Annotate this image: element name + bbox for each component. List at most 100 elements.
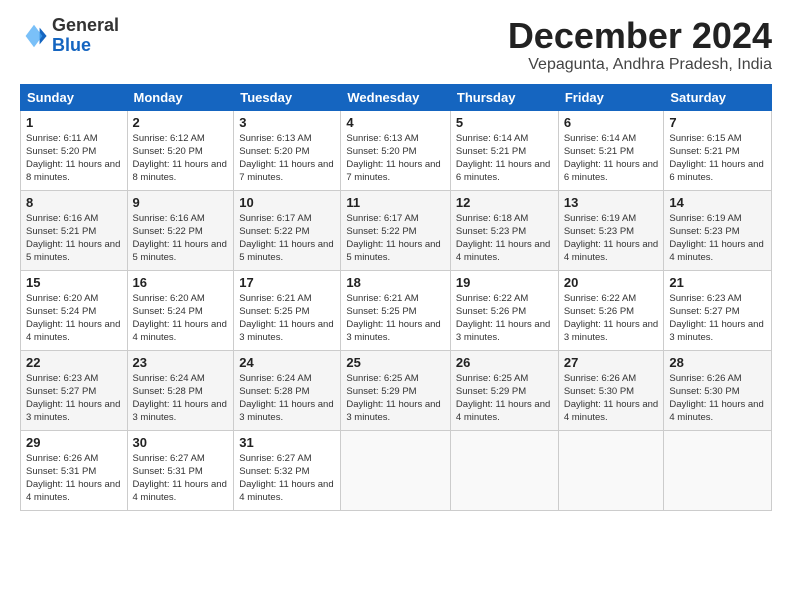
calendar-cell: 11 Sunrise: 6:17 AM Sunset: 5:22 PM Dayl… [341, 190, 451, 270]
header-friday: Friday [558, 84, 664, 110]
week-row-1: 1 Sunrise: 6:11 AM Sunset: 5:20 PM Dayli… [21, 110, 772, 190]
logo: General Blue [20, 16, 119, 56]
day-detail: Sunrise: 6:11 AM Sunset: 5:20 PM Dayligh… [26, 132, 122, 185]
calendar-cell: 23 Sunrise: 6:24 AM Sunset: 5:28 PM Dayl… [127, 350, 234, 430]
day-detail: Sunrise: 6:22 AM Sunset: 5:26 PM Dayligh… [564, 292, 659, 345]
day-number: 1 [26, 115, 122, 130]
calendar-cell: 6 Sunrise: 6:14 AM Sunset: 5:21 PM Dayli… [558, 110, 664, 190]
day-number: 25 [346, 355, 445, 370]
logo-general: General [52, 15, 119, 35]
calendar-cell: 2 Sunrise: 6:12 AM Sunset: 5:20 PM Dayli… [127, 110, 234, 190]
day-number: 22 [26, 355, 122, 370]
calendar-cell: 15 Sunrise: 6:20 AM Sunset: 5:24 PM Dayl… [21, 270, 128, 350]
calendar-cell: 8 Sunrise: 6:16 AM Sunset: 5:21 PM Dayli… [21, 190, 128, 270]
calendar-cell: 18 Sunrise: 6:21 AM Sunset: 5:25 PM Dayl… [341, 270, 451, 350]
month-title: December 2024 [508, 16, 772, 56]
day-detail: Sunrise: 6:25 AM Sunset: 5:29 PM Dayligh… [456, 372, 553, 425]
day-detail: Sunrise: 6:23 AM Sunset: 5:27 PM Dayligh… [26, 372, 122, 425]
day-detail: Sunrise: 6:19 AM Sunset: 5:23 PM Dayligh… [564, 212, 659, 265]
calendar-cell [558, 430, 664, 510]
calendar-cell: 9 Sunrise: 6:16 AM Sunset: 5:22 PM Dayli… [127, 190, 234, 270]
day-number: 17 [239, 275, 335, 290]
header-sunday: Sunday [21, 84, 128, 110]
calendar-cell: 12 Sunrise: 6:18 AM Sunset: 5:23 PM Dayl… [450, 190, 558, 270]
calendar-cell: 21 Sunrise: 6:23 AM Sunset: 5:27 PM Dayl… [664, 270, 772, 350]
week-row-4: 22 Sunrise: 6:23 AM Sunset: 5:27 PM Dayl… [21, 350, 772, 430]
day-number: 23 [133, 355, 229, 370]
day-number: 29 [26, 435, 122, 450]
day-detail: Sunrise: 6:16 AM Sunset: 5:22 PM Dayligh… [133, 212, 229, 265]
calendar-cell: 3 Sunrise: 6:13 AM Sunset: 5:20 PM Dayli… [234, 110, 341, 190]
logo-blue: Blue [52, 35, 91, 55]
calendar-cell: 19 Sunrise: 6:22 AM Sunset: 5:26 PM Dayl… [450, 270, 558, 350]
calendar-cell: 14 Sunrise: 6:19 AM Sunset: 5:23 PM Dayl… [664, 190, 772, 270]
day-detail: Sunrise: 6:21 AM Sunset: 5:25 PM Dayligh… [239, 292, 335, 345]
week-row-2: 8 Sunrise: 6:16 AM Sunset: 5:21 PM Dayli… [21, 190, 772, 270]
day-number: 19 [456, 275, 553, 290]
day-detail: Sunrise: 6:19 AM Sunset: 5:23 PM Dayligh… [669, 212, 766, 265]
day-number: 13 [564, 195, 659, 210]
calendar-cell: 7 Sunrise: 6:15 AM Sunset: 5:21 PM Dayli… [664, 110, 772, 190]
calendar-cell: 28 Sunrise: 6:26 AM Sunset: 5:30 PM Dayl… [664, 350, 772, 430]
day-number: 15 [26, 275, 122, 290]
day-detail: Sunrise: 6:25 AM Sunset: 5:29 PM Dayligh… [346, 372, 445, 425]
day-number: 18 [346, 275, 445, 290]
day-detail: Sunrise: 6:27 AM Sunset: 5:31 PM Dayligh… [133, 452, 229, 505]
week-row-3: 15 Sunrise: 6:20 AM Sunset: 5:24 PM Dayl… [21, 270, 772, 350]
day-number: 27 [564, 355, 659, 370]
calendar-cell: 1 Sunrise: 6:11 AM Sunset: 5:20 PM Dayli… [21, 110, 128, 190]
location: Vepagunta, Andhra Pradesh, India [508, 56, 772, 74]
calendar-cell: 26 Sunrise: 6:25 AM Sunset: 5:29 PM Dayl… [450, 350, 558, 430]
calendar-cell: 31 Sunrise: 6:27 AM Sunset: 5:32 PM Dayl… [234, 430, 341, 510]
day-detail: Sunrise: 6:17 AM Sunset: 5:22 PM Dayligh… [239, 212, 335, 265]
calendar-cell: 17 Sunrise: 6:21 AM Sunset: 5:25 PM Dayl… [234, 270, 341, 350]
day-number: 30 [133, 435, 229, 450]
logo-text: General Blue [52, 16, 119, 56]
logo-icon [20, 22, 48, 50]
day-detail: Sunrise: 6:26 AM Sunset: 5:30 PM Dayligh… [669, 372, 766, 425]
day-number: 7 [669, 115, 766, 130]
calendar-cell: 13 Sunrise: 6:19 AM Sunset: 5:23 PM Dayl… [558, 190, 664, 270]
day-detail: Sunrise: 6:22 AM Sunset: 5:26 PM Dayligh… [456, 292, 553, 345]
day-number: 3 [239, 115, 335, 130]
week-row-5: 29 Sunrise: 6:26 AM Sunset: 5:31 PM Dayl… [21, 430, 772, 510]
header-monday: Monday [127, 84, 234, 110]
day-number: 2 [133, 115, 229, 130]
calendar-cell: 27 Sunrise: 6:26 AM Sunset: 5:30 PM Dayl… [558, 350, 664, 430]
header-saturday: Saturday [664, 84, 772, 110]
day-number: 5 [456, 115, 553, 130]
calendar-cell: 30 Sunrise: 6:27 AM Sunset: 5:31 PM Dayl… [127, 430, 234, 510]
day-detail: Sunrise: 6:24 AM Sunset: 5:28 PM Dayligh… [239, 372, 335, 425]
day-detail: Sunrise: 6:18 AM Sunset: 5:23 PM Dayligh… [456, 212, 553, 265]
calendar-cell [341, 430, 451, 510]
title-block: December 2024 Vepagunta, Andhra Pradesh,… [508, 16, 772, 74]
calendar-cell: 22 Sunrise: 6:23 AM Sunset: 5:27 PM Dayl… [21, 350, 128, 430]
day-detail: Sunrise: 6:26 AM Sunset: 5:30 PM Dayligh… [564, 372, 659, 425]
day-number: 10 [239, 195, 335, 210]
calendar-cell: 5 Sunrise: 6:14 AM Sunset: 5:21 PM Dayli… [450, 110, 558, 190]
calendar-header-row: Sunday Monday Tuesday Wednesday Thursday… [21, 84, 772, 110]
day-number: 4 [346, 115, 445, 130]
day-number: 16 [133, 275, 229, 290]
day-detail: Sunrise: 6:14 AM Sunset: 5:21 PM Dayligh… [456, 132, 553, 185]
day-detail: Sunrise: 6:26 AM Sunset: 5:31 PM Dayligh… [26, 452, 122, 505]
day-number: 8 [26, 195, 122, 210]
day-number: 20 [564, 275, 659, 290]
day-detail: Sunrise: 6:12 AM Sunset: 5:20 PM Dayligh… [133, 132, 229, 185]
calendar-cell [450, 430, 558, 510]
day-detail: Sunrise: 6:15 AM Sunset: 5:21 PM Dayligh… [669, 132, 766, 185]
day-number: 24 [239, 355, 335, 370]
calendar-cell: 20 Sunrise: 6:22 AM Sunset: 5:26 PM Dayl… [558, 270, 664, 350]
header-wednesday: Wednesday [341, 84, 451, 110]
day-number: 11 [346, 195, 445, 210]
header: General Blue December 2024 Vepagunta, An… [20, 16, 772, 74]
header-thursday: Thursday [450, 84, 558, 110]
day-number: 26 [456, 355, 553, 370]
calendar-cell: 4 Sunrise: 6:13 AM Sunset: 5:20 PM Dayli… [341, 110, 451, 190]
day-detail: Sunrise: 6:14 AM Sunset: 5:21 PM Dayligh… [564, 132, 659, 185]
calendar-page: General Blue December 2024 Vepagunta, An… [0, 0, 792, 612]
day-number: 12 [456, 195, 553, 210]
day-number: 6 [564, 115, 659, 130]
day-detail: Sunrise: 6:16 AM Sunset: 5:21 PM Dayligh… [26, 212, 122, 265]
day-detail: Sunrise: 6:21 AM Sunset: 5:25 PM Dayligh… [346, 292, 445, 345]
